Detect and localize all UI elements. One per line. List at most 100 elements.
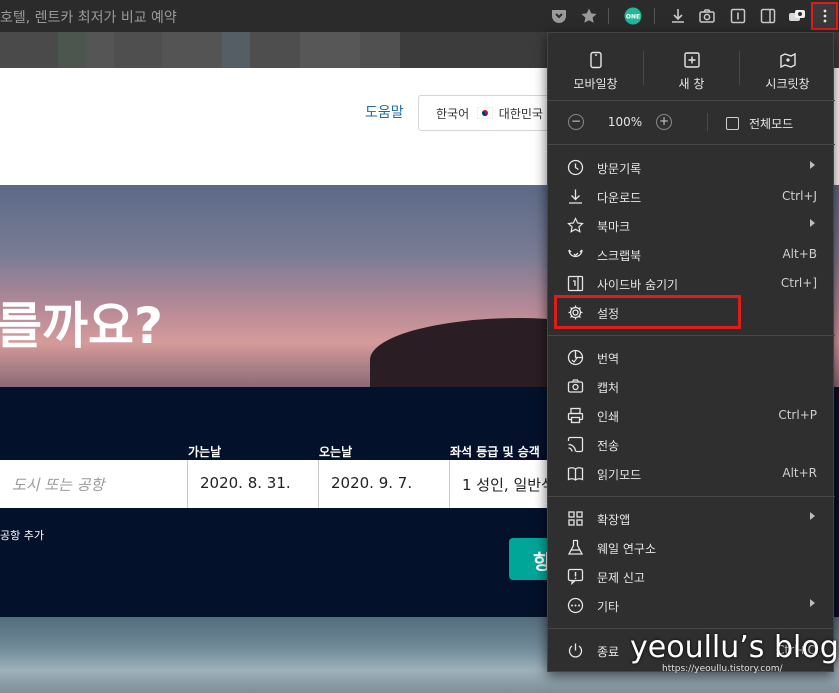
menu-divider — [548, 100, 835, 101]
sidebar-icon[interactable] — [759, 7, 777, 25]
hero-title: 를까요? — [0, 297, 164, 355]
mobile-window-label: 모바일창 — [573, 77, 618, 91]
fullscreen-button[interactable]: 전체모드 — [726, 115, 793, 132]
menu-item-label: 문제 신고 — [597, 571, 645, 585]
more-icon — [567, 597, 584, 614]
bookmark-tile[interactable] — [300, 32, 360, 68]
menu-item-scrapbook[interactable]: 스크랩북 Alt+B — [548, 240, 835, 269]
return-label: 오는날 — [319, 445, 353, 459]
new-window-icon — [683, 52, 700, 68]
menu-item-label: 확장앱 — [597, 513, 631, 527]
blog-watermark-url: https://yeoullu.tistory.com/ — [662, 664, 783, 674]
more-menu-button[interactable] — [811, 2, 838, 30]
bookmark-tile[interactable] — [360, 32, 400, 68]
menu-item-translate[interactable]: 번역 — [548, 343, 835, 372]
menu-item-print[interactable]: 인쇄 Ctrl+P — [548, 401, 835, 430]
menu-item-more[interactable]: 기타 — [548, 591, 835, 620]
menu-item-hide-sidebar[interactable]: 사이드바 숨기기 Ctrl+] — [548, 269, 835, 298]
cast-icon — [567, 436, 584, 453]
destination-input[interactable]: 도시 또는 공항 — [0, 460, 188, 508]
menu-divider — [548, 335, 835, 336]
bookmark-tile[interactable] — [0, 32, 58, 68]
mobile-icon — [589, 51, 602, 69]
settings-highlight-box — [554, 295, 741, 329]
new-window-button[interactable]: 새 창 — [644, 33, 739, 99]
bookmark-tile[interactable] — [250, 32, 300, 68]
print-icon — [567, 407, 584, 424]
browser-main-menu: 모바일창 새 창 시크릿창 − 100% + 전체모드 방문기록 다운로드 Ct… — [547, 32, 835, 672]
toolbar-separator — [654, 8, 655, 24]
star-icon[interactable] — [580, 7, 598, 25]
menu-item-label: 캡처 — [597, 381, 620, 395]
depart-date-field[interactable]: 2020. 8. 31. — [188, 460, 319, 508]
camera-icon[interactable] — [698, 7, 716, 25]
bookmark-tile[interactable] — [222, 32, 250, 68]
menu-item-label: 기타 — [597, 600, 620, 614]
menu-item-whale-lab[interactable]: 웨일 연구소 — [548, 533, 835, 562]
menu-item-capture[interactable]: 캡처 — [548, 372, 835, 401]
submenu-arrow-icon — [810, 219, 815, 227]
shortcut-text: Ctrl+] — [780, 276, 817, 290]
pocket-icon[interactable] — [550, 7, 568, 25]
help-link[interactable]: 도움말 — [365, 102, 404, 122]
bookmark-tile[interactable] — [114, 32, 162, 68]
menu-item-label: 번역 — [597, 352, 620, 366]
toolbar-separator — [608, 8, 609, 24]
translate-icon — [567, 349, 584, 366]
menu-item-history[interactable]: 방문기록 — [548, 153, 835, 182]
zoom-out-button[interactable]: − — [568, 114, 584, 130]
one-badge-icon[interactable]: ONE — [624, 7, 642, 25]
bookmark-tile[interactable] — [162, 32, 222, 68]
history-icon — [567, 159, 584, 176]
secret-window-label: 시크릿창 — [765, 77, 810, 91]
menu-item-label: 웨일 연구소 — [597, 542, 657, 556]
menu-item-cast[interactable]: 전송 — [548, 430, 835, 459]
shortcut-text: Ctrl+J — [782, 189, 817, 203]
download-icon[interactable] — [669, 7, 687, 25]
shortcut-text: Alt+R — [782, 466, 817, 480]
add-airport-checkbox-label[interactable]: 공항 추가 — [0, 527, 44, 543]
bookmark-tile[interactable] — [86, 32, 114, 68]
sidebar-toggle-icon — [567, 275, 584, 292]
svg-text:ONE: ONE — [626, 14, 640, 21]
lab-flask-icon — [567, 539, 584, 555]
extension-icon[interactable] — [788, 7, 806, 25]
fullscreen-icon — [726, 117, 739, 130]
menu-item-label: 종료 — [597, 645, 620, 659]
secret-window-icon — [779, 52, 796, 69]
submenu-arrow-icon — [810, 161, 815, 169]
submenu-arrow-icon — [810, 512, 815, 520]
zoom-in-button[interactable]: + — [656, 114, 672, 130]
browser-toolbar: 호텔, 렌트카 최저가 비교 예약 ONE — [0, 0, 839, 32]
menu-item-label: 전송 — [597, 439, 620, 453]
language-label: 한국어 — [436, 107, 470, 121]
menu-item-label: 다운로드 — [597, 191, 642, 205]
menu-divider — [548, 628, 835, 629]
menu-item-label: 읽기모드 — [597, 468, 642, 482]
menu-item-extensions[interactable]: 확장앱 — [548, 504, 835, 533]
menu-item-label: 스크랩북 — [597, 249, 642, 263]
menu-item-bookmark[interactable]: 북마크 — [548, 211, 835, 240]
menu-top-actions: 모바일창 새 창 시크릿창 — [548, 33, 835, 99]
return-date-field[interactable]: 2020. 9. 7. — [319, 460, 450, 508]
blog-watermark: yeoullu’s blog — [630, 630, 839, 665]
secret-window-button[interactable]: 시크릿창 — [740, 33, 835, 99]
menu-item-reading-mode[interactable]: 읽기모드 Alt+R — [548, 459, 835, 488]
power-icon — [568, 643, 583, 658]
menu-item-label: 방문기록 — [597, 162, 642, 176]
korea-flag-icon — [476, 107, 493, 119]
new-window-label: 새 창 — [678, 77, 705, 91]
menu-item-label: 사이드바 숨기기 — [597, 278, 679, 292]
menu-item-download[interactable]: 다운로드 Ctrl+J — [548, 182, 835, 211]
menu-item-report-issue[interactable]: 문제 신고 — [548, 562, 835, 591]
bookmark-tile[interactable] — [58, 32, 86, 68]
address-bar-text[interactable]: 호텔, 렌트카 최저가 비교 예약 — [0, 7, 177, 27]
reader-icon[interactable] — [729, 7, 747, 25]
menu-item-label: 북마크 — [597, 220, 631, 234]
fullscreen-label: 전체모드 — [749, 117, 794, 131]
region-label: 대한민국 — [498, 107, 543, 121]
menu-divider — [548, 496, 835, 497]
shortcut-text: Alt+B — [782, 247, 817, 261]
mobile-window-button[interactable]: 모바일창 — [548, 33, 643, 99]
extensions-icon — [568, 511, 583, 526]
